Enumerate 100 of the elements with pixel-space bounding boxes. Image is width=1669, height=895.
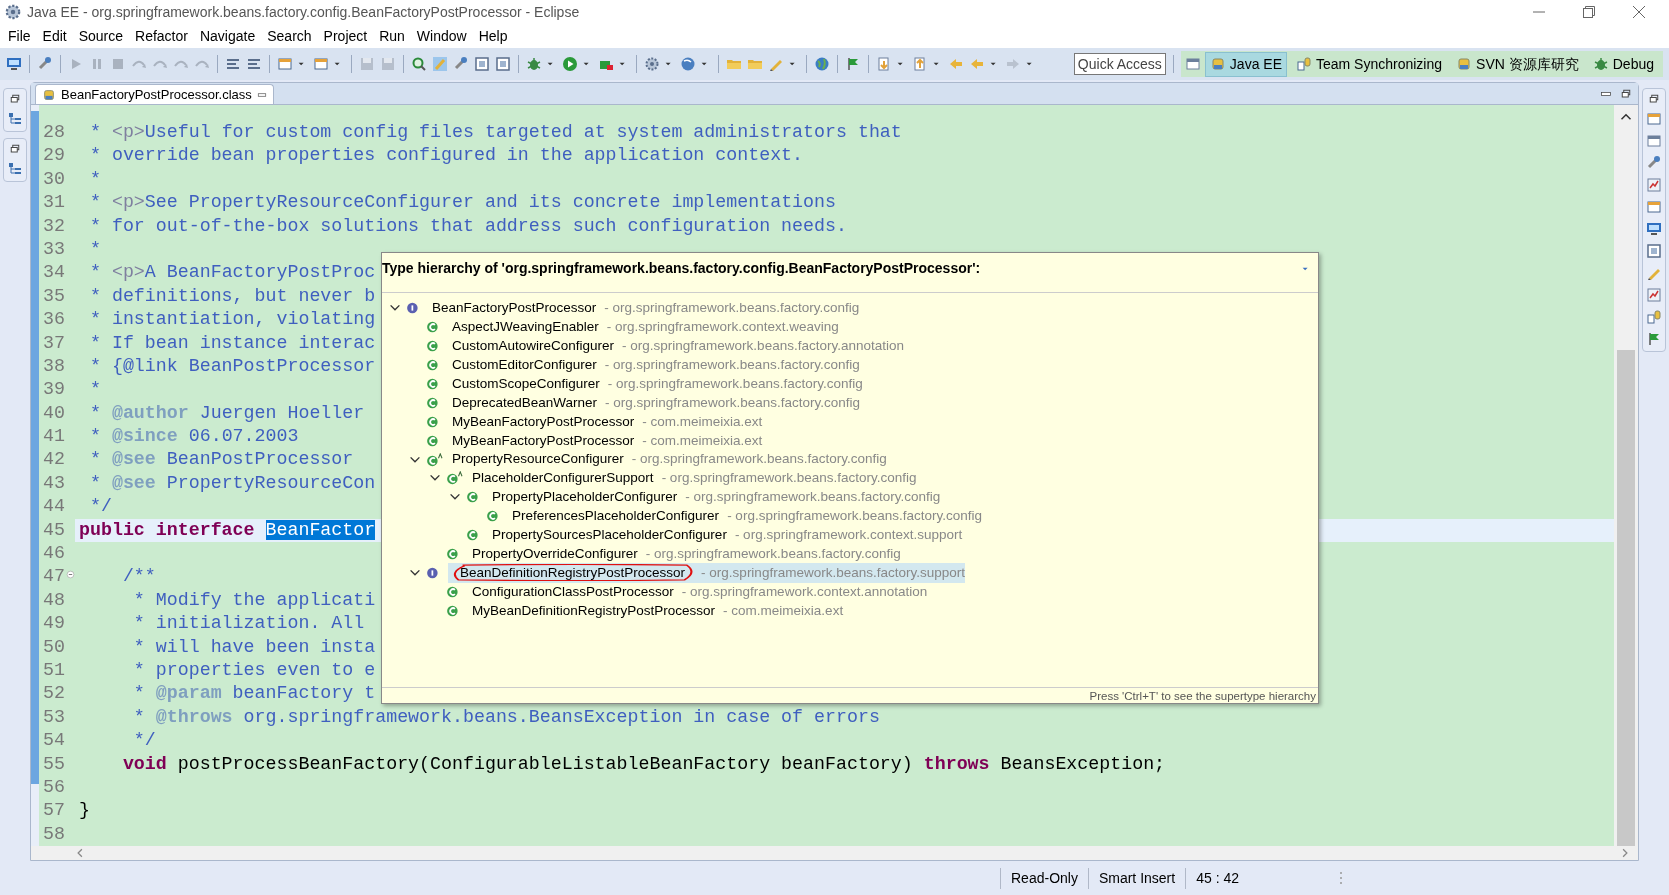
tree-item[interactable]: CustomAutowireConfigurer - org.springframework.beans.factory.annotation xyxy=(448,336,904,357)
gear-icon[interactable] xyxy=(644,56,660,72)
view-icon[interactable] xyxy=(1646,287,1662,303)
popup-hint: Press 'Ctrl+T' to see the supertype hierarchy xyxy=(382,687,1318,703)
magnifier-icon[interactable] xyxy=(411,56,427,72)
tree-item[interactable]: PropertyResourceConfigurer - org.springframework.beans.factory.config xyxy=(448,449,887,470)
code-line: */ xyxy=(88,495,112,519)
code-line: * Modify the applicati xyxy=(132,588,376,612)
menu-item[interactable]: File xyxy=(2,25,37,47)
drag-handle-icon[interactable] xyxy=(1339,871,1343,885)
view-icon[interactable] xyxy=(1646,243,1662,259)
menu-item[interactable]: Search xyxy=(261,25,318,47)
code-line: * @since 06.07.2003 xyxy=(88,425,299,449)
outline-icon[interactable] xyxy=(7,161,23,177)
abstract-class-icon xyxy=(426,452,444,467)
tree-item[interactable]: PlaceholderConfigurerSupport - org.springframework.beans.factory.config xyxy=(468,468,917,489)
lines-icon[interactable] xyxy=(225,56,241,72)
perspective-button[interactable]: Debug xyxy=(1587,51,1659,77)
tree-item[interactable]: BeanFactoryPostProcessor - org.springframework.beans.factory.config xyxy=(428,298,860,319)
view-icon[interactable] xyxy=(1646,133,1662,149)
tree-item[interactable]: MyBeanFactoryPostProcessor - com.meimeixia.ext xyxy=(448,430,763,451)
quick-access-field[interactable]: Quick Access xyxy=(1073,53,1166,75)
scrollbar-thumb[interactable] xyxy=(1617,349,1635,846)
popup-title: Type hierarchy of 'org.springframework.beans.factory.config.BeanFactoryPostProcessor': xyxy=(382,259,981,278)
code-line: * xyxy=(88,378,101,402)
code-line: */ xyxy=(132,729,156,753)
menu-item[interactable]: Refactor xyxy=(129,25,194,47)
monitor-icon[interactable] xyxy=(6,56,22,72)
new-window-icon[interactable] xyxy=(313,56,329,72)
lines-icon[interactable] xyxy=(246,56,262,72)
tree-item[interactable]: MyBeanFactoryPostProcessor - com.meimeixia.ext xyxy=(448,411,763,432)
code-line: * initialization. All xyxy=(132,612,365,636)
code-line: * @see BeanPostProcessor xyxy=(88,448,354,472)
code-line: * <p>See PropertyResourceConfigurer and its concrete implementations xyxy=(88,191,836,215)
menu-item[interactable]: Navigate xyxy=(193,25,262,47)
menu-item[interactable]: Window xyxy=(410,25,473,47)
bug-icon xyxy=(1592,56,1609,72)
menu-item[interactable]: Edit xyxy=(36,25,73,47)
menu-item[interactable]: Source xyxy=(72,25,130,47)
document-down-icon[interactable] xyxy=(876,56,892,72)
frame-icon[interactable] xyxy=(474,56,490,72)
view-icon[interactable] xyxy=(1646,221,1662,237)
code-line: * <p>Useful for custom config files targeted at system administrators that xyxy=(88,121,902,144)
window-title: Java EE - org.springframework.beans.factory.config.BeanFactoryPostProcessor - Eclipse xyxy=(27,2,580,22)
code-line: /** xyxy=(121,565,156,589)
outline-icon[interactable] xyxy=(7,111,23,127)
tree-item[interactable]: PropertyOverrideConfigurer - org.springframework.beans.factory.config xyxy=(468,543,901,565)
editor-tab[interactable]: BeanFactoryPostProcessor.class xyxy=(35,84,274,104)
globe-icon[interactable] xyxy=(814,56,830,72)
scroll-left-icon[interactable] xyxy=(75,848,85,858)
tree-item[interactable]: MyBeanDefinitionRegistryPostProcessor - com.meimeixia.ext xyxy=(468,600,844,621)
restore-icon[interactable] xyxy=(1648,93,1660,105)
fold-icon[interactable] xyxy=(66,570,75,580)
code-line: * definitions, but never b xyxy=(88,284,376,308)
open-perspective-icon[interactable] xyxy=(1184,56,1201,72)
code-line: * instantiation, violating xyxy=(88,308,376,332)
status-text: Read-Only xyxy=(1000,867,1088,889)
new-window-icon[interactable] xyxy=(277,56,293,72)
code-line: * properties even to e xyxy=(132,658,376,682)
code-line: * @param beanFactory t xyxy=(132,682,376,706)
code-line: * override bean properties configured in the application context. xyxy=(88,144,804,168)
code-line: * @throws org.springframework.beans.BeansException in case of errors xyxy=(132,705,880,729)
code-line: * will have been insta xyxy=(132,635,376,659)
tree-item[interactable]: PreferencesPlaceholderConfigurer - org.springframework.beans.factory.config xyxy=(508,506,982,527)
restore-icon[interactable] xyxy=(9,143,21,155)
perspective-button[interactable]: Team Synchronizing xyxy=(1291,51,1448,77)
scroll-right-icon[interactable] xyxy=(1620,848,1630,858)
menu-item[interactable]: Project xyxy=(317,25,374,47)
status-text: 45 : 42 xyxy=(1185,867,1249,889)
tree-item[interactable]: CustomEditorConfigurer - org.springframework.beans.factory.config xyxy=(448,355,860,376)
code-line: * If bean instance interac xyxy=(88,331,376,355)
code-line: } xyxy=(78,799,90,823)
document-up-icon[interactable] xyxy=(912,56,928,72)
tree-item[interactable]: BeanDefinitionRegistryPostProcessor - org.springframework.beans.factory.support xyxy=(448,562,965,584)
abstract-class-icon xyxy=(446,471,464,486)
flag-icon[interactable] xyxy=(845,56,861,72)
tree-item[interactable]: AspectJWeavingEnabler - org.springframework.context.weaving xyxy=(448,317,839,338)
menu-item[interactable]: Help xyxy=(472,25,514,47)
frame-icon[interactable] xyxy=(495,56,511,72)
menu-item[interactable]: Run xyxy=(373,25,411,47)
tree-item[interactable]: DeprecatedBeanWarner - org.springframework.beans.factory.config xyxy=(448,392,860,414)
perspective-button[interactable]: Java EE xyxy=(1204,51,1287,77)
code-line: * @see PropertyResourceCon xyxy=(88,471,376,495)
tree-item[interactable]: PropertySourcesPlaceholderConfigurer - org.springframework.context.support xyxy=(488,525,963,546)
restore-icon[interactable] xyxy=(9,93,21,105)
bug-icon[interactable] xyxy=(526,56,542,72)
view-icon[interactable] xyxy=(1646,309,1662,325)
view-icon[interactable] xyxy=(1646,177,1662,193)
tree-item[interactable]: CustomScopeConfigurer - org.springframework.beans.factory.config xyxy=(448,373,863,395)
database-icon xyxy=(1456,56,1473,72)
code-line: * for out-of-the-box solutions that address such configuration needs. xyxy=(88,214,847,238)
code-line: * xyxy=(88,167,101,191)
tree-item[interactable]: PropertyPlaceholderConfigurer - org.springframework.beans.factory.config xyxy=(488,487,941,508)
perspective-button[interactable]: SVN 资源库研究 xyxy=(1451,51,1584,77)
code-line: void postProcessBeanFactory(ConfigurableListableBeanFactory beanFactory) throws BeansException; xyxy=(121,752,1166,776)
sphere-icon[interactable] xyxy=(680,56,696,72)
tree-item[interactable]: ConfigurationClassPostProcessor - org.springframework.context.annotation xyxy=(468,581,928,602)
view-icon[interactable] xyxy=(1646,155,1662,171)
run-icon[interactable] xyxy=(562,56,578,72)
view-icon[interactable] xyxy=(1646,331,1662,347)
